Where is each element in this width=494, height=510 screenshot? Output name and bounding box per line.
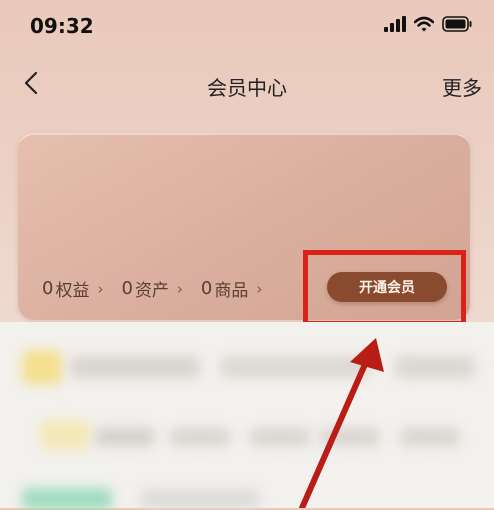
member-stats: 0 权益 › 0 资产 › 0 商品 › bbox=[42, 276, 262, 301]
back-button[interactable] bbox=[16, 68, 46, 102]
battery-icon bbox=[442, 16, 472, 36]
more-button[interactable]: 更多 bbox=[442, 72, 494, 101]
blurred-block bbox=[250, 428, 310, 446]
blurred-block bbox=[70, 356, 200, 378]
stat-products[interactable]: 0 商品 › bbox=[201, 276, 262, 301]
blurred-block bbox=[95, 428, 155, 446]
nav-bar: 会员中心 更多 bbox=[0, 62, 494, 108]
system-icons bbox=[384, 16, 472, 36]
back-arrow-icon bbox=[24, 71, 38, 99]
open-membership-button[interactable]: 开通会员 bbox=[327, 272, 447, 302]
status-time: 09:32 bbox=[30, 14, 94, 38]
blurred-content bbox=[0, 322, 494, 508]
blurred-block bbox=[220, 356, 370, 378]
wifi-icon bbox=[413, 16, 435, 36]
blurred-block bbox=[140, 490, 260, 508]
page-title: 会员中心 bbox=[207, 76, 287, 100]
blurred-block bbox=[400, 428, 460, 446]
stat-assets[interactable]: 0 资产 › bbox=[121, 276, 182, 301]
signal-icon bbox=[384, 16, 406, 36]
chevron-right-icon: › bbox=[256, 279, 263, 298]
blurred-block bbox=[22, 488, 112, 510]
blurred-block bbox=[40, 420, 90, 450]
blurred-block bbox=[320, 428, 380, 446]
blurred-block bbox=[170, 428, 230, 446]
blurred-block bbox=[395, 356, 475, 378]
chevron-right-icon: › bbox=[176, 279, 183, 298]
chevron-right-icon: › bbox=[97, 279, 104, 298]
status-bar: 09:32 bbox=[0, 0, 494, 58]
blurred-block bbox=[22, 350, 62, 384]
stat-benefits[interactable]: 0 权益 › bbox=[42, 276, 103, 301]
